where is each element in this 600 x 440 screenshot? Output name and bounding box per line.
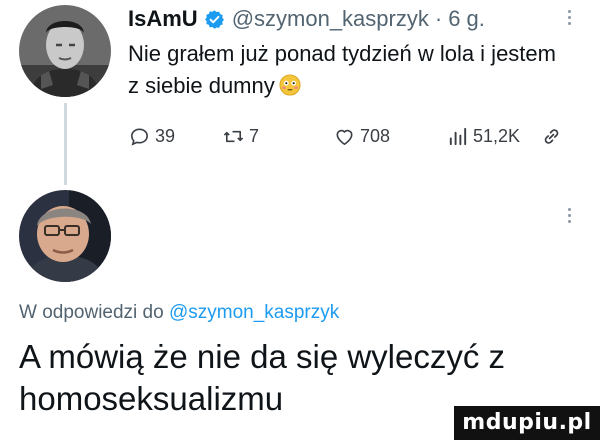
like-icon [336, 129, 353, 145]
views-count: 51,2K [473, 125, 521, 146]
verified-badge-icon [204, 9, 224, 29]
tweet-header: IsAmU @szymon_kasprzyk · 6 g. [128, 4, 485, 34]
reply-button[interactable]: 39 [128, 122, 175, 150]
tweet-body: Nie grałem już ponad tydzień w lola i je… [128, 38, 558, 102]
retweet-button[interactable]: 7 [222, 122, 259, 150]
tweet-author-avatar[interactable] [19, 5, 111, 97]
share-button[interactable] [540, 122, 563, 150]
tweet-text: Nie grałem już ponad tydzień w lola i je… [128, 41, 556, 98]
share-icon [544, 128, 559, 144]
reply-count: 39 [155, 125, 176, 146]
more-icon[interactable] [566, 208, 572, 223]
views-button[interactable]: 51,2K [446, 122, 520, 150]
watermark-logo: mdupiu.pl [454, 406, 600, 440]
like-button[interactable]: 708 [333, 122, 390, 150]
retweet-icon [223, 130, 244, 142]
replying-to-line: W odpowiedzi do @szymon_kasprzyk [19, 302, 339, 324]
author-handle[interactable]: @szymon_kasprzyk [232, 6, 429, 32]
replying-to-prefix: W odpowiedzi do [19, 302, 164, 323]
thread-connector-line [64, 103, 67, 185]
more-icon[interactable] [566, 10, 572, 25]
header-separator: · [434, 6, 443, 31]
author-name[interactable]: IsAmU [128, 6, 198, 32]
reply-icon [131, 127, 148, 146]
reply-author-avatar[interactable] [19, 190, 111, 282]
replying-to-mention[interactable]: @szymon_kasprzyk [169, 302, 339, 323]
like-count: 708 [360, 125, 391, 146]
tweet-timestamp[interactable]: 6 g. [448, 6, 485, 32]
retweet-count: 7 [249, 125, 260, 146]
flushed-face-emoji-icon [279, 74, 301, 96]
views-icon [449, 127, 467, 145]
